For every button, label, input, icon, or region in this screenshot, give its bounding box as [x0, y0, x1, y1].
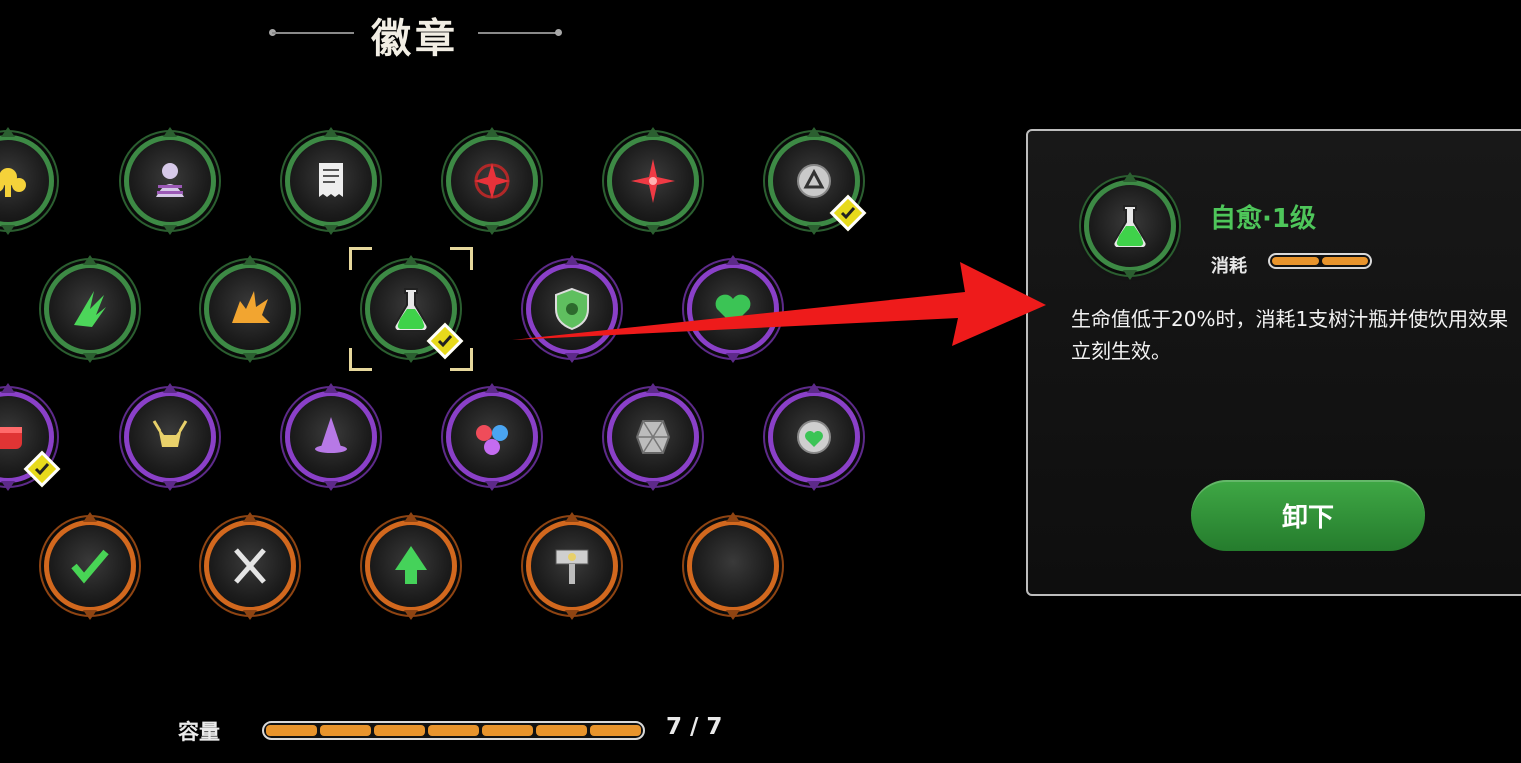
unequip-button[interactable]: 卸下	[1191, 480, 1425, 551]
badge-green-arrow[interactable]	[365, 520, 457, 612]
badge-red-fist[interactable]	[0, 391, 61, 488]
green-claw-icon	[49, 268, 131, 350]
badge-swirl[interactable]	[446, 391, 538, 483]
badge-title: 自愈·1级	[1210, 204, 1316, 234]
capacity-segment	[266, 725, 317, 736]
cost-bar	[1268, 253, 1372, 269]
badge-yellow-splash[interactable]	[0, 135, 54, 227]
badge-horned-helmet[interactable]	[124, 391, 216, 483]
red-crosshair-star-icon	[451, 140, 533, 222]
equipped-check-icon	[23, 450, 61, 488]
yellow-splash-icon	[0, 140, 49, 222]
detail-badge-potion-flask	[1084, 180, 1176, 272]
capacity-bar	[262, 721, 645, 740]
selection-frame	[349, 247, 473, 371]
badge-red-crosshair-star[interactable]	[446, 135, 538, 227]
badge-triangle-coin[interactable]	[768, 135, 867, 232]
capacity-segment	[482, 725, 533, 736]
badge-hooded-figure[interactable]	[124, 135, 216, 227]
badge-shield[interactable]	[526, 263, 618, 355]
red-crescent-icon	[692, 525, 774, 607]
capacity-segment	[428, 725, 479, 736]
horned-helmet-icon	[129, 396, 211, 478]
cost-segment	[1272, 257, 1319, 265]
swirl-icon	[451, 396, 533, 478]
header-dot-right	[555, 29, 562, 36]
explosion-icon	[209, 268, 291, 350]
badge-green-claw[interactable]	[44, 263, 136, 355]
crystal-icon	[612, 396, 694, 478]
witch-hat-icon	[290, 396, 372, 478]
badge-crystal[interactable]	[607, 391, 699, 483]
badge-hammer[interactable]	[526, 520, 618, 612]
check-arrow-icon	[49, 525, 131, 607]
hooded-figure-icon	[129, 140, 211, 222]
header-divider-left	[272, 32, 354, 34]
cost-segment	[1321, 257, 1368, 265]
badge-crossed-knives[interactable]	[204, 520, 296, 612]
badge-heart-coin[interactable]	[768, 391, 860, 483]
potion-flask-icon	[1089, 185, 1171, 267]
badge-check-arrow[interactable]	[44, 520, 136, 612]
badge-red-star[interactable]	[607, 135, 699, 227]
cost-label: 消耗	[1211, 256, 1247, 277]
green-arrow-icon	[370, 525, 452, 607]
capacity-segment	[536, 725, 587, 736]
equipped-check-icon	[829, 194, 867, 232]
capacity-segment	[590, 725, 641, 736]
page-title: 徽章	[371, 16, 459, 62]
heart-coin-icon	[773, 396, 855, 478]
crossed-knives-icon	[209, 525, 291, 607]
badge-heart[interactable]	[687, 263, 779, 355]
red-star-icon	[612, 140, 694, 222]
capacity-segment	[320, 725, 371, 736]
badge-explosion[interactable]	[204, 263, 296, 355]
capacity-label: 容量	[178, 720, 220, 744]
capacity-count: 7 / 7	[666, 714, 723, 740]
hammer-icon	[531, 525, 613, 607]
shield-icon	[531, 268, 613, 350]
receipt-icon	[290, 140, 372, 222]
capacity-segment	[374, 725, 425, 736]
header-divider-right	[478, 32, 558, 34]
heart-icon	[692, 268, 774, 350]
badge-receipt[interactable]	[285, 135, 377, 227]
badge-description: 生命值低于20%时，消耗1支树汁瓶并使饮用效果立刻生效。	[1071, 307, 1509, 363]
badge-witch-hat[interactable]	[285, 391, 377, 483]
badge-red-crescent[interactable]	[687, 520, 779, 612]
